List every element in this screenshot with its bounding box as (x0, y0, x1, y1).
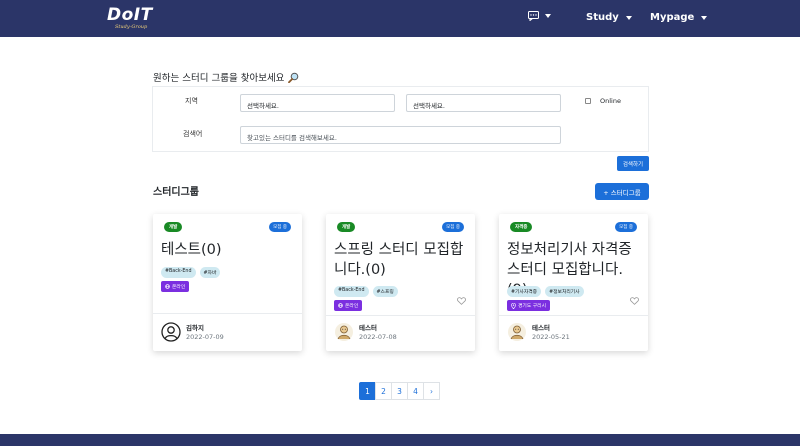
author-name: 테스터 (532, 324, 550, 332)
chat-dropdown[interactable] (528, 11, 551, 21)
nav-study-label: Study (586, 12, 619, 23)
add-study-group-button[interactable]: + 스터디그룹 (595, 183, 649, 200)
study-card[interactable]: 개발 모집 중 스프링 스터디 모집합니다.(0) #Back-End #스프링… (326, 214, 475, 351)
tag: #기사자격증 (507, 286, 542, 297)
location-pin-icon (511, 302, 516, 309)
globe-icon (338, 303, 343, 308)
avatar-icon (161, 322, 181, 342)
study-card[interactable]: 자격증 모집 중 정보처리기사 자격증 스터디 모집합니다.(9) #기사자격증… (499, 214, 648, 351)
post-date: 2022-07-08 (359, 333, 397, 341)
tag: #Back-End (334, 286, 369, 297)
status-badge: 모집 중 (442, 222, 464, 232)
location-text: 온라인 (172, 285, 186, 290)
location-badge: 온라인 (161, 281, 190, 292)
post-date: 2022-05-21 (532, 333, 570, 341)
post-date: 2022-07-09 (186, 333, 224, 341)
avatar-icon (335, 323, 353, 341)
heart-icon[interactable] (630, 297, 639, 305)
next-page-button[interactable]: › (423, 382, 440, 400)
chat-icon (528, 11, 539, 21)
tag: #Back-End (161, 267, 196, 278)
top-navbar: DoIT Study-Group Study Mypage (0, 0, 800, 37)
section-title: 스터디그룹 (153, 187, 199, 198)
tag: #자바 (199, 267, 221, 278)
status-badge: 모집 중 (269, 222, 291, 232)
tag: #스프링 (372, 286, 398, 297)
page-4[interactable]: 4 (407, 382, 424, 400)
globe-icon (165, 284, 170, 289)
online-label: Online (600, 97, 621, 105)
card-title: 스프링 스터디 모집합니다.(0) (334, 242, 464, 278)
region-select-1[interactable]: 선택하세요. (240, 94, 395, 112)
nav-mypage-label: Mypage (650, 12, 695, 23)
online-checkbox[interactable] (585, 98, 591, 104)
keyword-label: 검색어 (183, 130, 203, 138)
keyword-input[interactable]: 찾고있는 스터디를 검색해보세요. (240, 126, 561, 144)
study-card[interactable]: 개발 모집 중 테스트(0) #Back-End #자바 온라인 김하지 202… (153, 214, 302, 351)
author-name: 김하지 (186, 324, 204, 332)
chevron-down-icon (701, 15, 708, 20)
magnifier-icon (288, 72, 299, 83)
status-badge: 모집 중 (615, 222, 637, 232)
heart-icon[interactable] (457, 297, 466, 305)
chevron-down-icon (625, 15, 632, 20)
page-3[interactable]: 3 (391, 382, 408, 400)
category-badge: 자격증 (510, 222, 533, 232)
nav-mypage[interactable]: Mypage (650, 12, 708, 23)
region-label: 지역 (185, 97, 198, 105)
tag: #정보처리기사 (545, 286, 584, 297)
location-badge: 온라인 (334, 300, 363, 311)
card-divider (499, 315, 648, 316)
card-title: 테스트(0) (161, 242, 222, 258)
search-title-text: 원하는 스터디 그룹을 찾아보세요 (153, 73, 285, 84)
avatar-icon (508, 323, 526, 341)
footer-bar (0, 434, 800, 446)
category-badge: 개발 (337, 222, 356, 232)
nav-study[interactable]: Study (586, 12, 632, 23)
page-1[interactable]: 1 (359, 382, 376, 400)
card-divider (326, 315, 475, 316)
author-name: 테스터 (359, 324, 377, 332)
card-divider (153, 313, 302, 314)
location-badge: 경기도 구리시 (507, 300, 551, 311)
tag-list: #Back-End #자바 (161, 267, 221, 278)
category-badge: 개발 (164, 222, 183, 232)
location-text: 경기도 구리시 (518, 304, 547, 309)
chevron-down-icon (545, 14, 551, 18)
logo[interactable]: DoIT Study-Group (107, 5, 153, 31)
logo-subtext: Study-Group (115, 24, 148, 30)
region-select-2[interactable]: 선택하세요. (406, 94, 561, 112)
location-text: 온라인 (345, 304, 359, 309)
logo-text: DoIT (107, 5, 153, 25)
search-button[interactable]: 검색하기 (617, 156, 649, 171)
tag-list: #기사자격증 #정보처리기사 (507, 286, 584, 297)
tag-list: #Back-End #스프링 (334, 286, 398, 297)
search-title: 원하는 스터디 그룹을 찾아보세요 (153, 70, 299, 84)
page-2[interactable]: 2 (375, 382, 392, 400)
pagination: 1 2 3 4 › (359, 382, 440, 400)
